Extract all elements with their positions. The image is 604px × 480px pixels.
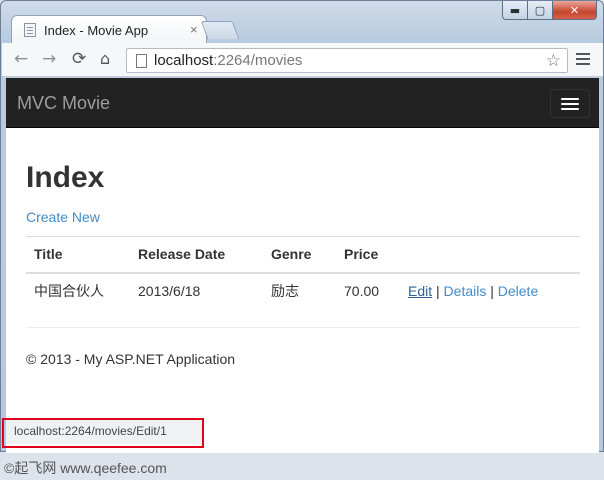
address-bar[interactable]: localhost:2264/movies ☆ [126,48,568,73]
table-row: 中国合伙人 2013/6/18 励志 70.00 Edit | Details … [26,272,580,310]
site-navbar: MVC Movie [6,78,599,128]
page-icon [136,54,147,68]
reload-icon[interactable]: ⟳ [72,50,86,68]
cell-title: 中国合伙人 [26,272,130,310]
window-controls: ▬ ▢ ✕ [502,1,597,21]
forward-icon[interactable]: → [42,50,56,68]
cell-release-date: 2013/6/18 [130,272,263,310]
header-release-date: Release Date [130,236,263,274]
watermark-text: ©起飞网 www.qeefee.com [4,460,167,476]
home-icon[interactable]: ⌂ [100,50,110,68]
tab-title: Index - Movie App [44,23,149,38]
header-price: Price [336,236,400,274]
edit-link[interactable]: Edit [408,283,432,299]
star-icon[interactable]: ☆ [546,51,561,71]
browser-window: Index - Movie App × ▬ ▢ ✕ ← → ⟳ ⌂ localh… [0,0,604,453]
movies-table: Title Release Date Genre Price 中国合伙人 201… [26,236,580,310]
cell-genre: 励志 [263,272,336,310]
url-host: localhost [154,52,214,69]
separator: | [490,283,494,300]
delete-link[interactable]: Delete [498,283,538,299]
separator: | [436,283,440,300]
url-path: :2264/movies [213,52,303,69]
page-title: Index [26,161,105,194]
menu-icon[interactable] [576,53,590,67]
new-tab-button[interactable] [200,21,240,39]
close-window-button[interactable]: ✕ [553,1,597,20]
create-new-link[interactable]: Create New [26,209,100,225]
table-header-row: Title Release Date Genre Price [26,236,580,274]
brand-link[interactable]: MVC Movie [17,93,110,114]
cell-actions: Edit | Details | Delete [400,272,580,310]
header-genre: Genre [263,236,336,274]
highlight-box [2,418,204,448]
minimize-button[interactable]: ▬ [502,1,528,20]
header-actions [400,236,580,274]
footer-divider [26,327,580,328]
close-tab-icon[interactable]: × [190,22,198,37]
browser-toolbar: ← → ⟳ ⌂ localhost:2264/movies ☆ [2,43,603,77]
browser-tab[interactable]: Index - Movie App × [11,15,207,43]
maximize-button[interactable]: ▢ [528,1,553,20]
page-viewport: MVC Movie Index Create New Title Release… [6,78,599,453]
url-text[interactable]: localhost:2264/movies [154,52,302,69]
cell-price: 70.00 [336,272,400,310]
back-icon[interactable]: ← [14,50,28,68]
footer-text: © 2013 - My ASP.NET Application [26,351,236,367]
hamburger-icon[interactable] [550,89,590,118]
page-icon [24,23,36,37]
header-title: Title [26,236,130,274]
details-link[interactable]: Details [444,283,487,299]
